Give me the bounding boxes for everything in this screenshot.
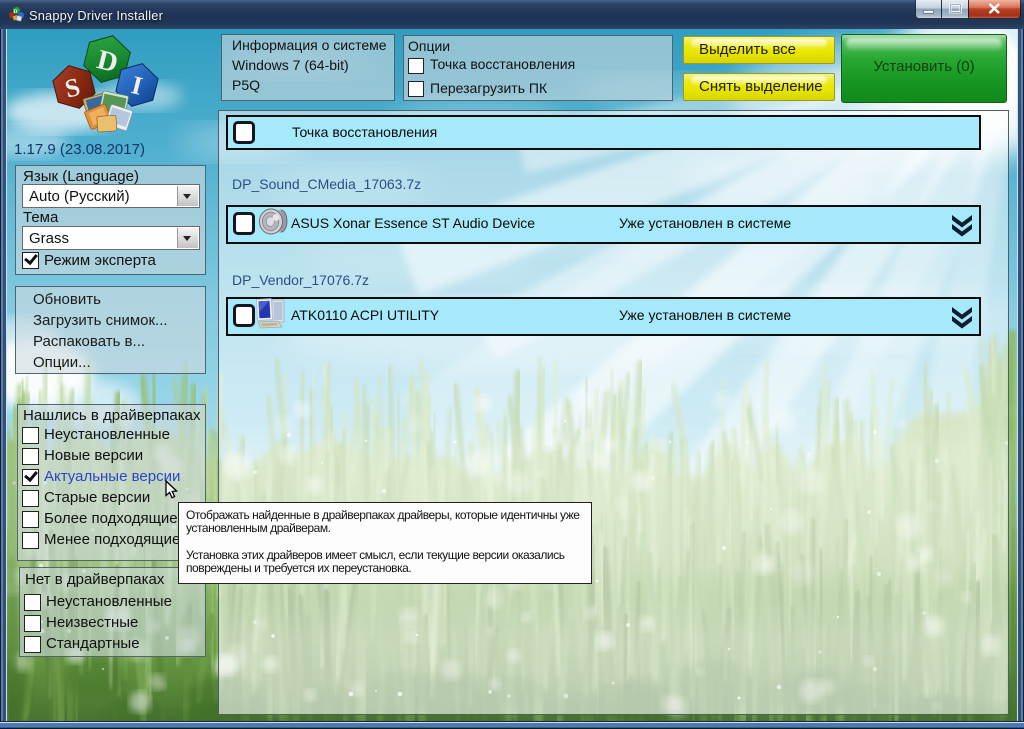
svg-text:D: D xyxy=(13,9,17,15)
